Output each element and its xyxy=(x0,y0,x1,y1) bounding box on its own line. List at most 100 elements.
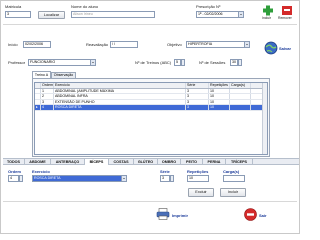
objetivo-select[interactable]: HIPERTROFIA xyxy=(186,41,250,48)
sessoes-input[interactable]: 30 xyxy=(230,59,238,66)
tab-biceps[interactable]: BÍCEPS xyxy=(85,159,109,165)
imprimir-label: Imprimir xyxy=(172,213,189,218)
incluir-button[interactable]: Incluir xyxy=(220,188,246,197)
tab-antebraco[interactable]: ANTEBRAÇO xyxy=(51,159,85,165)
stop-icon xyxy=(244,208,257,221)
serie-label: Série xyxy=(160,169,170,174)
printer-icon xyxy=(156,208,170,220)
localizar-button[interactable]: Localizar xyxy=(38,11,65,19)
tab-treino-a[interactable]: Treino A xyxy=(32,71,51,78)
grid-scrollbar[interactable] xyxy=(262,83,267,154)
tab-label: Observação xyxy=(53,73,74,77)
aluno-input[interactable]: Alison Irineu xyxy=(71,11,155,18)
objetivo-value: HIPERTROFIA xyxy=(188,42,213,46)
remover-prescricao-button[interactable]: Remover xyxy=(277,5,297,21)
globe-icon xyxy=(264,41,278,55)
cell-serie: 3 xyxy=(186,105,209,110)
tab-ombro[interactable]: OMBRO xyxy=(158,159,181,165)
cell-repeticoes: 10 xyxy=(209,99,230,104)
column-serie[interactable]: Série xyxy=(186,83,209,88)
column-repeticoes[interactable]: Repetições xyxy=(209,83,230,88)
cell-repeticoes: 10 xyxy=(209,94,230,99)
column-ordem[interactable]: Ordem xyxy=(41,83,54,88)
imprimir-button[interactable]: Imprimir xyxy=(156,207,192,223)
cell-ordem: 4 xyxy=(41,105,54,110)
matricula-label: Matricula xyxy=(5,4,22,9)
chevron-down-icon xyxy=(244,42,249,47)
incluir-prescricao-button[interactable]: Incluir xyxy=(261,5,275,21)
carga-input[interactable] xyxy=(223,175,245,182)
cell-exercicio: ABDOMINAL (AMPLITUDE MÁXIMA xyxy=(54,88,186,93)
tab-costas[interactable]: COSTAS xyxy=(109,159,134,165)
tab-todos[interactable]: TODOS xyxy=(3,159,25,165)
reavaliacao-input[interactable]: / / xyxy=(110,41,138,48)
excluir-button[interactable]: Excluir xyxy=(188,188,214,197)
matricula-input[interactable]: 3 xyxy=(5,11,31,18)
inicio-label: Início xyxy=(8,42,18,47)
cell-carga xyxy=(230,105,251,110)
ordem-input[interactable]: 4 xyxy=(8,175,19,182)
carga-label: Carga(s) xyxy=(223,169,240,174)
sair-label: Sair xyxy=(259,213,267,218)
cell-exercicio: ROSCA DIRETA xyxy=(54,105,186,110)
divider xyxy=(3,201,297,202)
cell-serie: 3 xyxy=(186,99,209,104)
ordem-stepper[interactable] xyxy=(19,175,23,182)
treinos-stepper[interactable] xyxy=(181,59,185,66)
aluno-label: Nome do aluno xyxy=(71,4,99,9)
sair-button[interactable]: Sair xyxy=(244,207,274,223)
tab-label: Treino A xyxy=(34,73,49,77)
objetivo-label: Objetivo xyxy=(167,42,182,47)
exercise-grid[interactable]: Ordem Exercício Série Repetições Carga(s… xyxy=(34,82,268,155)
chevron-down-icon xyxy=(121,176,126,181)
cell-repeticoes: 10 xyxy=(209,88,230,93)
repeticoes-label: Repetições xyxy=(187,169,209,174)
chevron-down-icon xyxy=(238,12,243,17)
cell-ordem: 1 xyxy=(41,88,54,93)
exercicio-label: Exercício xyxy=(32,169,50,174)
professor-value: FUNCIONARIO xyxy=(30,60,56,64)
tab-abdome[interactable]: ABDOME xyxy=(25,159,51,165)
sessoes-stepper[interactable] xyxy=(238,59,242,66)
professor-label: Professor xyxy=(8,60,26,65)
serie-input[interactable]: 3 xyxy=(160,175,170,182)
salvar-button[interactable]: Salvar xyxy=(264,39,294,57)
muscle-group-tabs: TODOS ABDOME ANTEBRAÇO BÍCEPS COSTAS GLÚTEO OM… xyxy=(3,158,299,165)
sessoes-label: Nº de Sessões xyxy=(199,60,226,65)
inicio-input[interactable]: 02/02/2006 xyxy=(23,41,51,48)
prescription-window: Matricula 3 Localizar Nome do aluno Alis… xyxy=(0,0,300,234)
tab-peito[interactable]: PEITO xyxy=(181,159,203,165)
treinos-label: Nº de Treinos (ABC) xyxy=(135,60,172,65)
exercicio-select[interactable]: ROSCA DIRETA xyxy=(32,175,127,182)
cell-carga xyxy=(230,94,251,99)
column-exercicio[interactable]: Exercício xyxy=(54,83,186,88)
chevron-down-icon xyxy=(90,60,95,65)
divider xyxy=(3,24,297,25)
cell-carga xyxy=(230,99,251,104)
remove-icon xyxy=(282,6,292,15)
prescricao-value: 1ª - 02/02/2006 xyxy=(198,12,223,16)
prescricao-label: Prescrição Nº xyxy=(196,4,221,9)
cell-serie: 3 xyxy=(186,94,209,99)
column-carga[interactable]: Carga(s) xyxy=(230,83,251,88)
plus-icon xyxy=(263,5,273,16)
treinos-input[interactable]: 5 xyxy=(174,59,181,66)
professor-select[interactable]: FUNCIONARIO xyxy=(28,59,96,66)
ordem-label: Ordem xyxy=(8,169,21,174)
prescricao-select[interactable]: 1ª - 02/02/2006 xyxy=(196,11,244,18)
cell-serie: 3 xyxy=(186,88,209,93)
cell-carga xyxy=(230,88,251,93)
remover-label: Remover xyxy=(278,16,292,20)
tab-gluteo[interactable]: GLÚTEO xyxy=(134,159,158,165)
serie-stepper[interactable] xyxy=(170,175,174,182)
reavaliacao-label: Reavaliação xyxy=(86,42,109,47)
table-row[interactable]: ▸ 4 ROSCA DIRETA 3 10 xyxy=(35,105,267,111)
cell-repeticoes: 10 xyxy=(209,105,230,110)
tab-perna[interactable]: PERNA xyxy=(203,159,226,165)
exercicio-value: ROSCA DIRETA xyxy=(34,176,61,180)
cell-exercicio: EXTENSÃO DE PUNHO xyxy=(54,99,186,104)
incluir-label: Incluir xyxy=(262,16,272,20)
cell-exercicio: ABDOMINAL INFRA xyxy=(54,94,186,99)
repeticoes-input[interactable]: 10 xyxy=(187,175,209,182)
tab-triceps[interactable]: TRÍCEPS xyxy=(226,159,253,165)
